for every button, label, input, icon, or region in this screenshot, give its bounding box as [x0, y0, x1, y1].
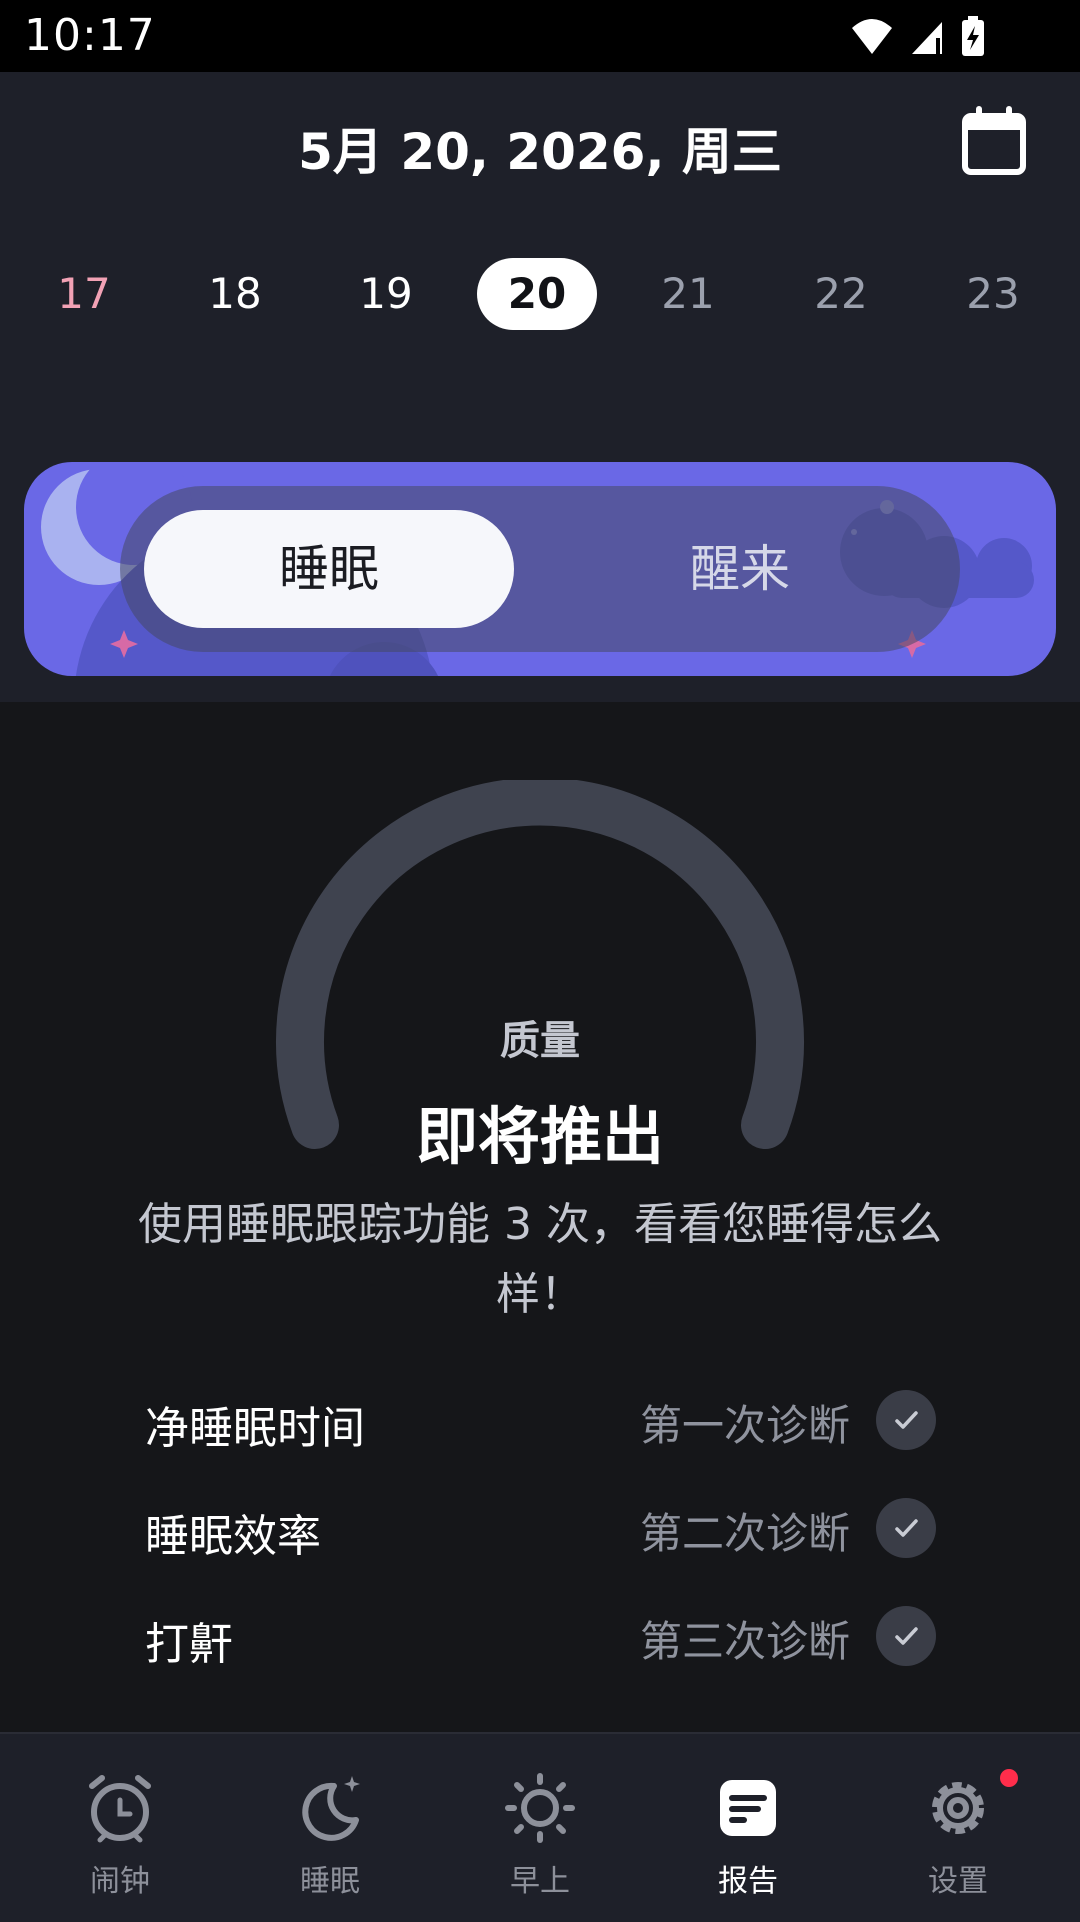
nav-item-alarm[interactable]: 闹钟	[12, 1734, 228, 1922]
report-icon	[720, 1780, 776, 1836]
day-18[interactable]: 18	[175, 258, 295, 330]
quality-label: 质量	[500, 1018, 580, 1064]
cell-signal-icon	[912, 22, 942, 54]
alarm-clock-icon	[89, 1775, 151, 1843]
quality-description: 使用睡眠跟踪功能 3 次，看看您睡得怎么样！	[138, 1199, 942, 1320]
settings-notification-badge	[1000, 1769, 1018, 1787]
nav-label: 闹钟	[90, 1864, 150, 1899]
moon-icon	[302, 1776, 360, 1841]
wifi-icon	[852, 19, 892, 54]
day-17[interactable]: 17	[24, 258, 144, 330]
status-time: 10:17	[24, 10, 156, 61]
nav-item-settings[interactable]: 设置	[850, 1734, 1066, 1922]
metric-name: 净睡眠时间	[145, 1403, 365, 1454]
metric-row: 睡眠效率 第二次诊断	[0, 1478, 1080, 1578]
toggle-track: 睡眠 醒来	[120, 486, 960, 652]
metric-row: 净睡眠时间 第一次诊断	[0, 1370, 1080, 1470]
day-selector: 17 18 19 20 21 22 23	[0, 258, 1080, 332]
nav-label: 早上	[510, 1864, 570, 1899]
day-19[interactable]: 19	[326, 258, 446, 330]
battery-charging-icon	[962, 16, 984, 56]
check-icon	[876, 1390, 936, 1450]
metric-status: 第二次诊断	[639, 1509, 850, 1558]
day-22[interactable]: 22	[781, 258, 901, 330]
day-20-selected[interactable]: 20	[477, 258, 597, 330]
metric-status: 第一次诊断	[639, 1401, 850, 1450]
check-icon	[876, 1498, 936, 1558]
status-bar: 10:17	[0, 0, 1080, 72]
toggle-sleep-option[interactable]: 睡眠	[144, 510, 514, 628]
status-icons	[852, 16, 984, 56]
sun-icon	[505, 1773, 575, 1843]
day-23[interactable]: 23	[933, 258, 1053, 330]
calendar-icon	[962, 106, 1026, 175]
nav-label: 设置	[928, 1864, 988, 1899]
day-21[interactable]: 21	[628, 258, 748, 330]
metric-name: 打鼾	[145, 1619, 233, 1670]
quality-value: 即将推出	[415, 1100, 664, 1173]
date-title: 5月 20, 2026, 周三	[298, 123, 782, 181]
check-icon	[876, 1606, 936, 1666]
nav-label: 睡眠	[300, 1864, 360, 1899]
nav-label: 报告	[718, 1864, 778, 1899]
nav-item-morning[interactable]: 早上	[432, 1734, 648, 1922]
metric-status: 第三次诊断	[639, 1617, 850, 1666]
nav-item-report[interactable]: 报告	[640, 1734, 856, 1922]
metric-name: 睡眠效率	[145, 1511, 321, 1562]
metric-row: 打鼾 第三次诊断	[0, 1586, 1080, 1686]
sleep-wake-toggle: 睡眠 醒来	[24, 462, 1056, 676]
toggle-wake-option[interactable]: 醒来	[540, 510, 940, 628]
bottom-nav: 闹钟 睡眠 早上 报告 设置	[0, 1732, 1080, 1922]
calendar-button[interactable]	[960, 102, 1030, 180]
gear-icon	[932, 1782, 984, 1834]
nav-item-sleep[interactable]: 睡眠	[222, 1734, 438, 1922]
